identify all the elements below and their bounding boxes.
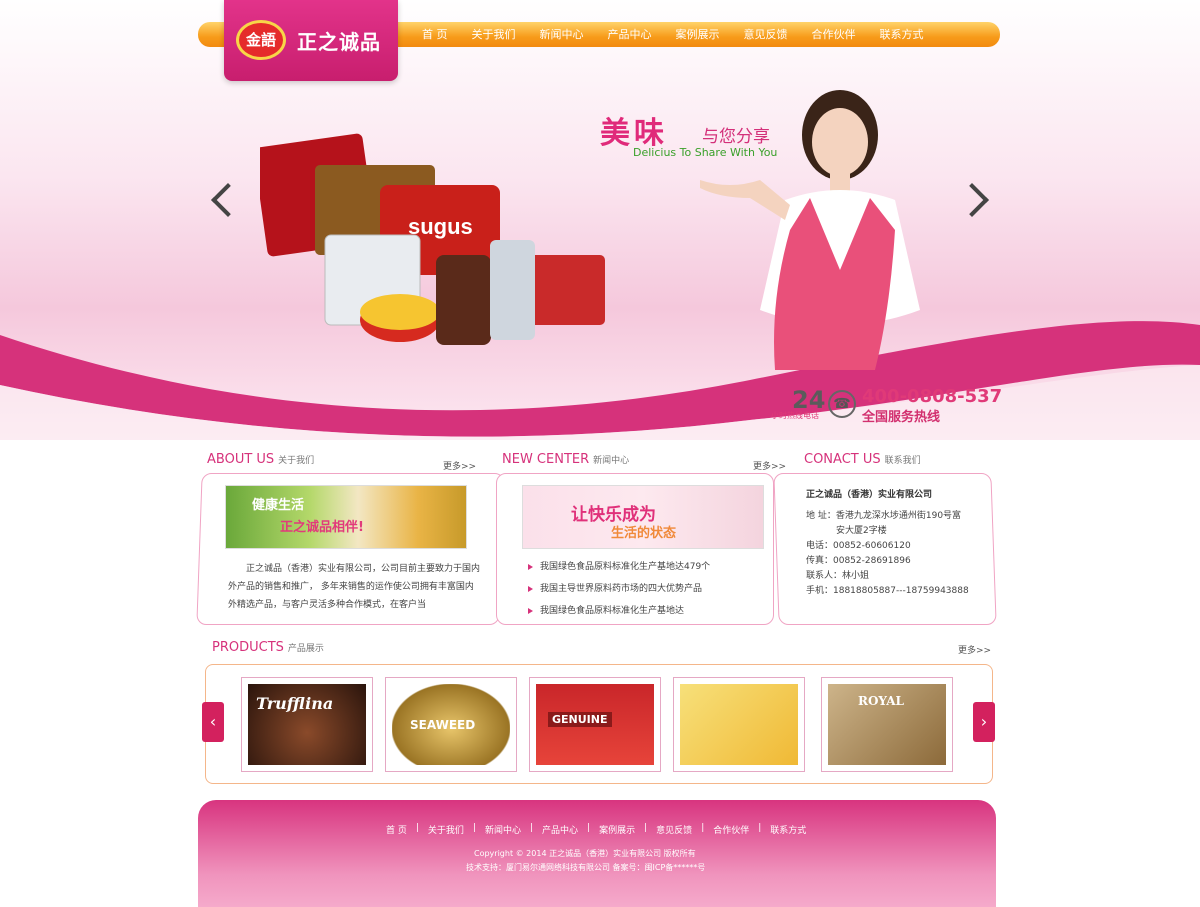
nav-feedback[interactable]: 意见反馈 bbox=[732, 22, 800, 47]
products-more-link[interactable]: 更多>> bbox=[958, 643, 991, 656]
product-image bbox=[680, 684, 798, 765]
product-card[interactable]: Trufflina bbox=[241, 677, 373, 772]
carousel-prev-button[interactable]: ‹ bbox=[202, 702, 224, 742]
main-nav: 首 页 关于我们 新闻中心 产品中心 案例展示 意见反馈 合作伙伴 联系方式 bbox=[410, 22, 936, 47]
product-image: Trufflina bbox=[248, 684, 366, 765]
contact-company: 正之诚品（香港）实业有限公司 bbox=[806, 490, 933, 500]
footer-nav-about[interactable]: 关于我们 bbox=[422, 823, 470, 836]
about-section-title: ABOUT US 关于我们 bbox=[207, 452, 315, 467]
logo-text: 正之诚品 bbox=[297, 30, 381, 54]
news-more-link[interactable]: 更多>> bbox=[753, 459, 786, 472]
news-item[interactable]: 我国主导世界原料药市场的四大优势产品 bbox=[528, 578, 768, 600]
product-card[interactable]: GENUINE bbox=[529, 677, 661, 772]
hero-model-image bbox=[700, 90, 920, 370]
svg-text:sugus: sugus bbox=[408, 214, 473, 239]
hotline-text: 全国服务热线 bbox=[862, 410, 941, 425]
about-more-link[interactable]: 更多>> bbox=[443, 459, 476, 472]
logo-seal: 金語 bbox=[236, 20, 286, 60]
contact-address: 地 址：香港九龙深水埗通州街190号富 bbox=[806, 511, 962, 521]
contact-section-title: CONACT US 联系我们 bbox=[804, 452, 921, 467]
footer-tech-support: 技术支持：厦门易尔通网络科技有限公司 备案号：闽ICP备******号 bbox=[466, 863, 706, 872]
product-card[interactable]: SEAWEED bbox=[385, 677, 517, 772]
product-card[interactable]: ROYAL bbox=[821, 677, 953, 772]
contact-fax: 传真：00852-28691896 bbox=[806, 556, 911, 566]
news-item[interactable]: 我国绿色食品原料标准化生产基地达 bbox=[528, 600, 768, 622]
nav-contact[interactable]: 联系方式 bbox=[868, 22, 936, 47]
hotline-number: 400-0808-537 bbox=[862, 386, 1003, 407]
product-image: GENUINE bbox=[536, 684, 654, 765]
nav-home[interactable]: 首 页 bbox=[410, 22, 460, 47]
logo[interactable]: 金語 正之诚品 bbox=[224, 0, 398, 81]
nav-cases[interactable]: 案例展示 bbox=[664, 22, 732, 47]
about-text: 正之诚品（香港）实业有限公司，公司目前主要致力于国内外产品的销售和推广， 多年来… bbox=[228, 564, 481, 610]
footer-nav-contact[interactable]: 联系方式 bbox=[764, 823, 812, 836]
hotline-label: 小时热线电话 bbox=[771, 411, 819, 420]
footer-nav-news[interactable]: 新闻中心 bbox=[479, 823, 527, 836]
contact-person: 联系人：林小姐 bbox=[806, 571, 870, 581]
contact-mobile: 手机：18818805887---18759943888 bbox=[806, 586, 969, 596]
phone-icon: ☎ bbox=[828, 390, 856, 418]
nav-about[interactable]: 关于我们 bbox=[460, 22, 528, 47]
news-list: 我国绿色食品原料标准化生产基地达479个 我国主导世界原料药市场的四大优势产品 … bbox=[528, 556, 768, 622]
footer-nav-cases[interactable]: 案例展示 bbox=[593, 823, 641, 836]
about-banner: 健康生活 正之诚品相伴! bbox=[225, 485, 467, 549]
carousel-next-button[interactable]: › bbox=[973, 702, 995, 742]
nav-partners[interactable]: 合作伙伴 bbox=[800, 22, 868, 47]
news-item[interactable]: 我国绿色食品原料标准化生产基地达479个 bbox=[528, 556, 768, 578]
product-image: ROYAL bbox=[828, 684, 946, 765]
hero-products-image: sugus bbox=[260, 133, 605, 345]
nav-news[interactable]: 新闻中心 bbox=[528, 22, 596, 47]
product-image: SEAWEED bbox=[392, 684, 510, 765]
products-section-title: PRODUCTS 产品展示 bbox=[212, 640, 324, 655]
news-banner: 让快乐成为 生活的状态 bbox=[522, 485, 764, 549]
footer-nav-feedback[interactable]: 意见反馈 bbox=[650, 823, 698, 836]
footer-nav-partners[interactable]: 合作伙伴 bbox=[707, 823, 755, 836]
contact-tel: 电话：00852-60606120 bbox=[806, 541, 911, 551]
footer-nav-products[interactable]: 产品中心 bbox=[536, 823, 584, 836]
nav-products[interactable]: 产品中心 bbox=[596, 22, 664, 47]
footer-nav: 首 页 | 关于我们 | 新闻中心 | 产品中心 | 案例展示 | 意见反馈 | 合作伙伴 |… bbox=[380, 823, 812, 836]
footer-nav-home[interactable]: 首 页 bbox=[380, 823, 413, 836]
contact-info: 正之诚品（香港）实业有限公司 地 址：香港九龙深水埗通州街190号富 安大厦2字… bbox=[806, 488, 982, 599]
product-card[interactable] bbox=[673, 677, 805, 772]
contact-address-2: 安大厦2字楼 bbox=[836, 526, 887, 536]
news-section-title: NEW CENTER 新闻中心 bbox=[502, 452, 630, 467]
footer-copyright: Copyright © 2014 正之诚品（香港）实业有限公司 版权所有 bbox=[474, 849, 696, 858]
